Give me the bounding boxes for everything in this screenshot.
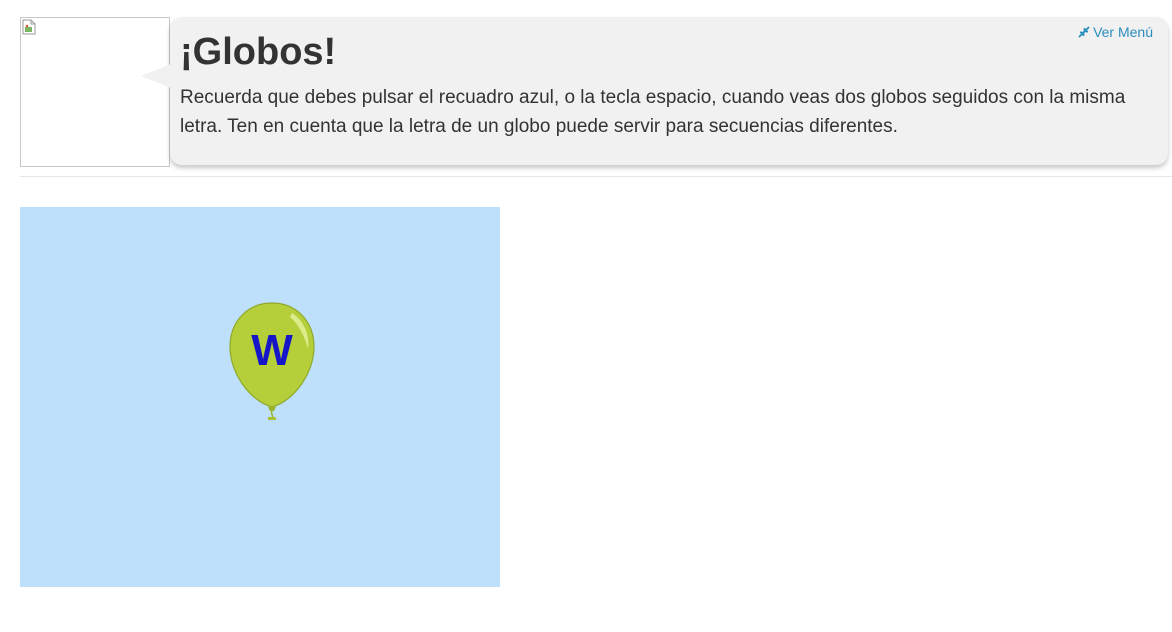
blue-response-area[interactable]: W	[20, 207, 500, 587]
divider	[20, 176, 1172, 177]
balloon: W	[228, 301, 318, 421]
avatar-image	[20, 17, 170, 167]
page-title: ¡Globos!	[180, 31, 337, 73]
speech-bubble: ¡Globos! Recuerda que debes pulsar el re…	[141, 17, 1168, 165]
ver-menu-link[interactable]: Ver Menú	[1078, 24, 1153, 40]
compress-arrows-icon	[1078, 26, 1090, 38]
bubble-tail	[141, 64, 171, 88]
broken-image-icon	[22, 19, 36, 35]
balloon-letter: W	[251, 326, 293, 375]
instructions-text: Recuerda que debes pulsar el recuadro az…	[180, 87, 1126, 137]
ver-menu-label: Ver Menú	[1093, 24, 1153, 40]
